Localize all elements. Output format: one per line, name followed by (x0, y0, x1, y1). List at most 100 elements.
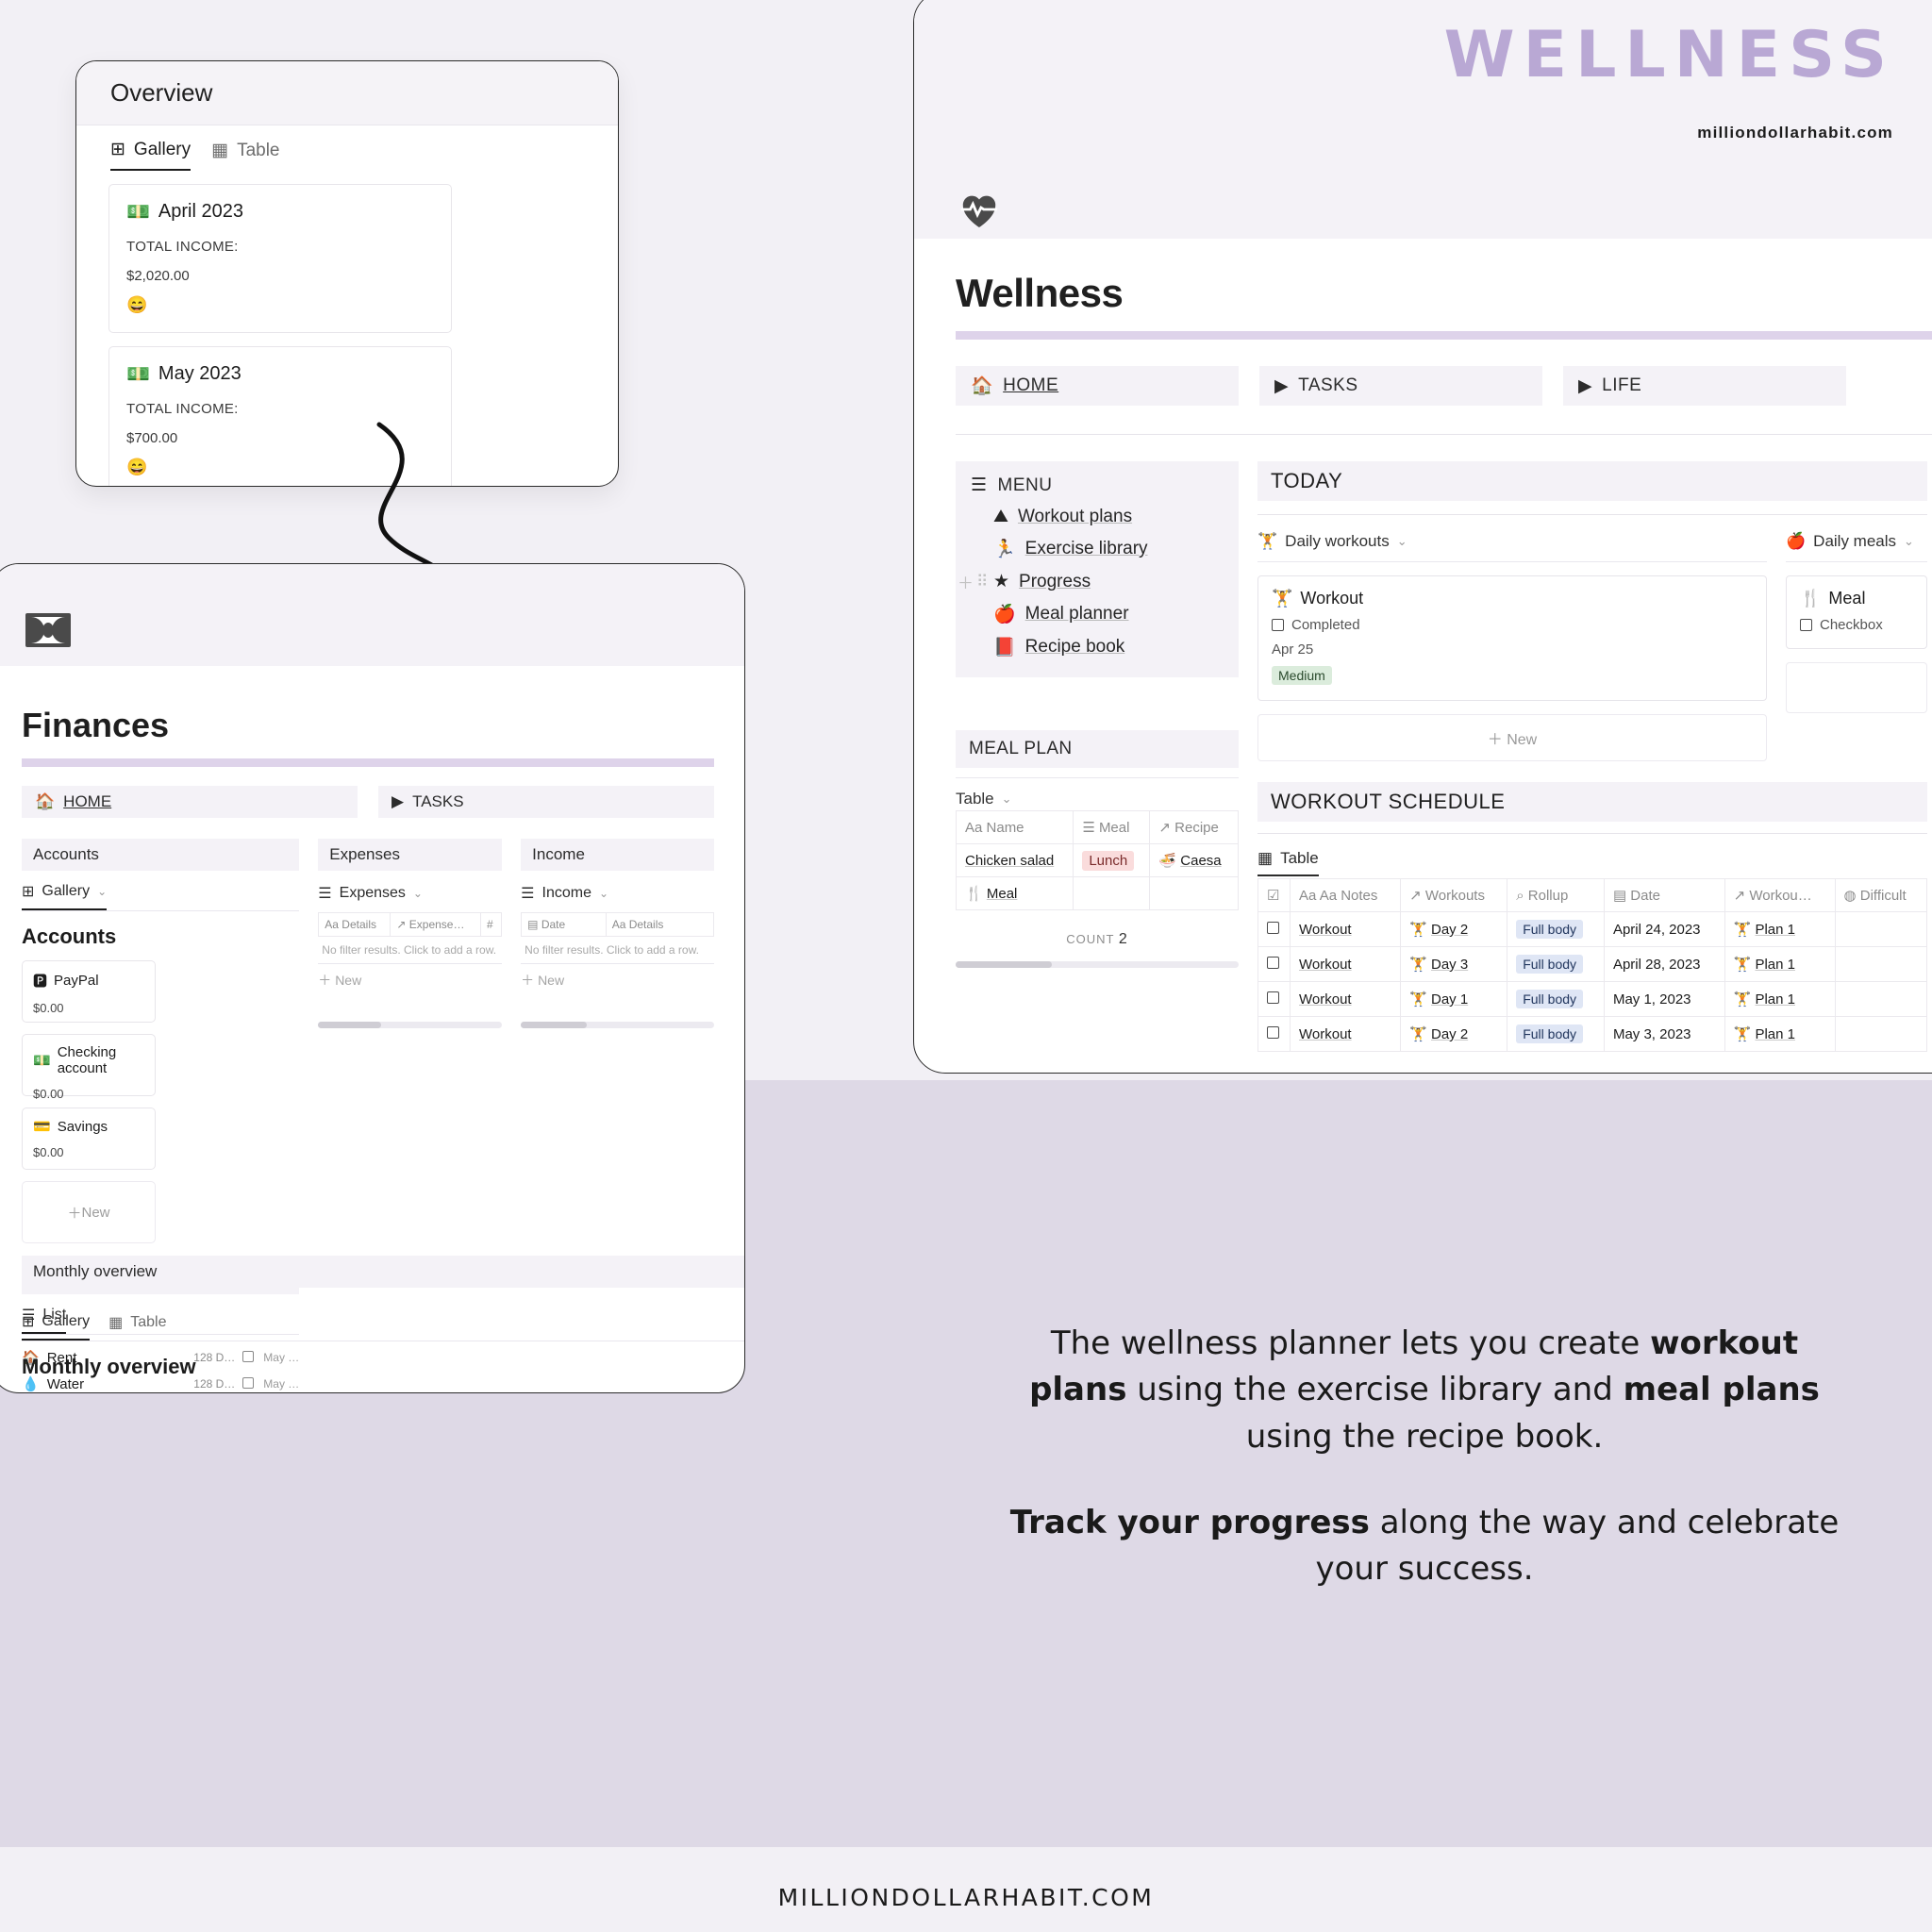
col-details[interactable]: Aa Details (318, 912, 391, 937)
cell-meal: Lunch (1073, 843, 1151, 877)
accounts-view-selector[interactable]: ⊞ Gallery ⌄ (22, 882, 108, 910)
daily-workouts-selector[interactable]: 🏋 Daily workouts ⌄ (1257, 532, 1767, 551)
monthly-tab-gallery[interactable]: ⊞ Gallery (22, 1312, 91, 1341)
cell-date: May 1, 2023 (1603, 981, 1725, 1017)
nav-home[interactable]: 🏠 HOME (956, 366, 1239, 406)
income-section-header: Income (521, 839, 714, 871)
tab-table[interactable]: ▦ Table (211, 139, 279, 171)
menu-item-meal-planner[interactable]: 🍎 Meal planner (971, 603, 1224, 625)
cell-workouts: 🏋 Day 2 (1400, 911, 1508, 947)
nav-life[interactable]: ▶ LIFE (1563, 366, 1846, 406)
house-icon: 🏠 (35, 792, 56, 810)
income-new-button[interactable]: ＋ New (521, 971, 714, 990)
cell-recipe[interactable] (1149, 876, 1239, 910)
completed-checkbox[interactable] (1272, 619, 1284, 631)
meal-new-button[interactable] (1786, 662, 1927, 713)
expenses-table: Aa Details ↗ Expense… # (318, 912, 503, 937)
cell-difficulty (1834, 946, 1927, 982)
overview-tabs: ⊞ Gallery ▦ Table (76, 125, 618, 171)
col-name[interactable]: Aa Name (955, 810, 1074, 844)
meal-plan-view-selector[interactable]: Table ⌄ (956, 790, 1239, 808)
daily-meals-selector[interactable]: 🍎 Daily meals ⌄ (1786, 532, 1927, 551)
gallery-icon: ⊞ (22, 1314, 35, 1330)
table-header-row: ☑ Aa Aa NotesAa Notes ↗ Workouts ⌕ Rollu… (1257, 878, 1927, 912)
col-notes[interactable]: Aa Aa NotesAa Notes (1289, 878, 1402, 912)
finances-panel: Finances 🏠 HOME ▶ TASKS Accounts ⊞ Galle… (0, 563, 745, 1393)
cell-difficulty (1834, 981, 1927, 1017)
overview-card: Overview ⊞ Gallery ▦ Table 💵 April 2023 T… (75, 60, 619, 487)
account-card[interactable]: 💵 Checking account $0.00 (22, 1034, 156, 1101)
workout-card[interactable]: 🏋 Workout Completed Apr 25 Medium (1257, 575, 1767, 701)
col-checkbox[interactable]: ☑ (1257, 878, 1291, 912)
nav-tasks[interactable]: ▶ TASKS (378, 786, 714, 818)
meal-plan-table: Aa Name ☰ Meal ↗ Recipe Chicken salad Lu… (955, 810, 1239, 910)
runner-icon: 🏃 (993, 540, 1016, 559)
table-row[interactable]: Chicken salad Lunch 🍜 Caesa (955, 843, 1239, 877)
money-icon: 💵 (126, 364, 150, 385)
expenses-new-button[interactable]: ＋ New (318, 971, 502, 990)
money-icon (25, 613, 71, 654)
workout-new-button[interactable]: ＋ New (1257, 714, 1767, 761)
drag-handle-icon[interactable]: ⠿ (976, 573, 988, 591)
table-row[interactable]: Workout 🏋 Day 2 Full body May 3, 2023 🏋 … (1257, 1016, 1927, 1052)
gallery-card[interactable]: 💵 April 2023 TOTAL INCOME: $2,020.00 😄 (108, 184, 452, 333)
col-difficulty[interactable]: ◍ Difficult (1834, 878, 1927, 912)
divider (1257, 514, 1927, 515)
table-icon: ▦ (108, 1315, 124, 1331)
difficulty-badge: Medium (1272, 666, 1332, 685)
account-card[interactable]: 💳 Savings $0.00 (22, 1108, 156, 1170)
col-details[interactable]: Aa Details (605, 912, 714, 937)
accounts-section-header: Accounts (22, 839, 300, 871)
menu-item-recipe-book[interactable]: 📕 Recipe book (971, 636, 1224, 658)
row-checkbox[interactable] (1257, 946, 1291, 982)
col-expense[interactable]: ↗ Expense… (390, 912, 482, 937)
col-meal[interactable]: ☰ Meal (1073, 810, 1151, 844)
expenses-section-header: Expenses (318, 839, 503, 871)
monthly-tab-table[interactable]: ▦ Table (108, 1312, 166, 1341)
col-recipe[interactable]: ↗ Recipe (1149, 810, 1239, 844)
accounts-subheading: Accounts (22, 924, 117, 948)
list-icon: ☰ (521, 886, 535, 902)
workout-completed-row[interactable]: Completed (1272, 617, 1753, 633)
row-checkbox[interactable] (1257, 911, 1291, 947)
income-scrollbar[interactable] (521, 1022, 714, 1028)
account-value: $0.00 (33, 1145, 64, 1159)
col-rollup[interactable]: ⌕ Rollup (1507, 878, 1605, 912)
table-row[interactable]: 🍴 Meal (955, 876, 1239, 910)
meal-plan-count: COUNT 2 (1066, 931, 1128, 947)
expenses-view-selector[interactable]: ☰ Expenses ⌄ (318, 884, 502, 910)
divider (1257, 833, 1927, 834)
meal-checkbox-row[interactable]: Checkbox (1800, 617, 1913, 633)
col-amount[interactable]: # (480, 912, 503, 937)
col-date[interactable]: ▤ Date (1603, 878, 1725, 912)
menu-item-label: Recipe book (1024, 637, 1125, 657)
nav-tasks[interactable]: ▶ TASKS (1259, 366, 1542, 406)
nav-home[interactable]: 🏠 HOME (22, 786, 358, 818)
menu-item-workout-plans[interactable]: ⛰ Workout plans (971, 507, 1224, 527)
col-workouts[interactable]: ↗ Workouts (1400, 878, 1508, 912)
account-new-button[interactable]: ＋ New (22, 1181, 156, 1243)
cell-rollup: Full body (1507, 981, 1605, 1017)
income-view-selector[interactable]: ☰ Income ⌄ (521, 884, 714, 910)
meal-card[interactable]: 🍴 Meal Checkbox (1786, 575, 1927, 649)
menu-item-exercise-library[interactable]: 🏃 Exercise library (971, 538, 1224, 560)
cell-meal[interactable] (1073, 876, 1151, 910)
meal-plan-scrollbar[interactable] (956, 961, 1239, 968)
expenses-scrollbar[interactable] (318, 1022, 503, 1028)
wellness-logo: WELLNESS (1443, 18, 1895, 92)
table-row[interactable]: Workout 🏋 Day 3 Full body April 28, 2023… (1257, 946, 1927, 982)
tab-gallery[interactable]: ⊞ Gallery (110, 139, 192, 171)
menu-item-progress[interactable]: ＋ ⠿ ★ Progress (958, 571, 1224, 593)
add-block-icon[interactable]: ＋ (958, 570, 974, 593)
col-date[interactable]: ▤ Date (521, 912, 607, 937)
workout-schedule-table-tab[interactable]: ▦ Table (1257, 849, 1319, 876)
account-card[interactable]: 🅿 PayPal $0.00 (22, 960, 156, 1023)
row-checkbox[interactable] (1257, 981, 1291, 1017)
table-row[interactable]: Workout 🏋 Day 1 Full body May 1, 2023 🏋 … (1257, 981, 1927, 1017)
meal-checkbox-label: Checkbox (1820, 617, 1883, 633)
meal-checkbox[interactable] (1800, 619, 1812, 631)
col-workout-plan[interactable]: ↗ Workou… (1724, 878, 1836, 912)
meal-plan-view-label: Table (956, 790, 994, 808)
table-row[interactable]: Workout 🏋 Day 2 Full body April 24, 2023… (1257, 911, 1927, 947)
row-checkbox[interactable] (1257, 1016, 1291, 1052)
